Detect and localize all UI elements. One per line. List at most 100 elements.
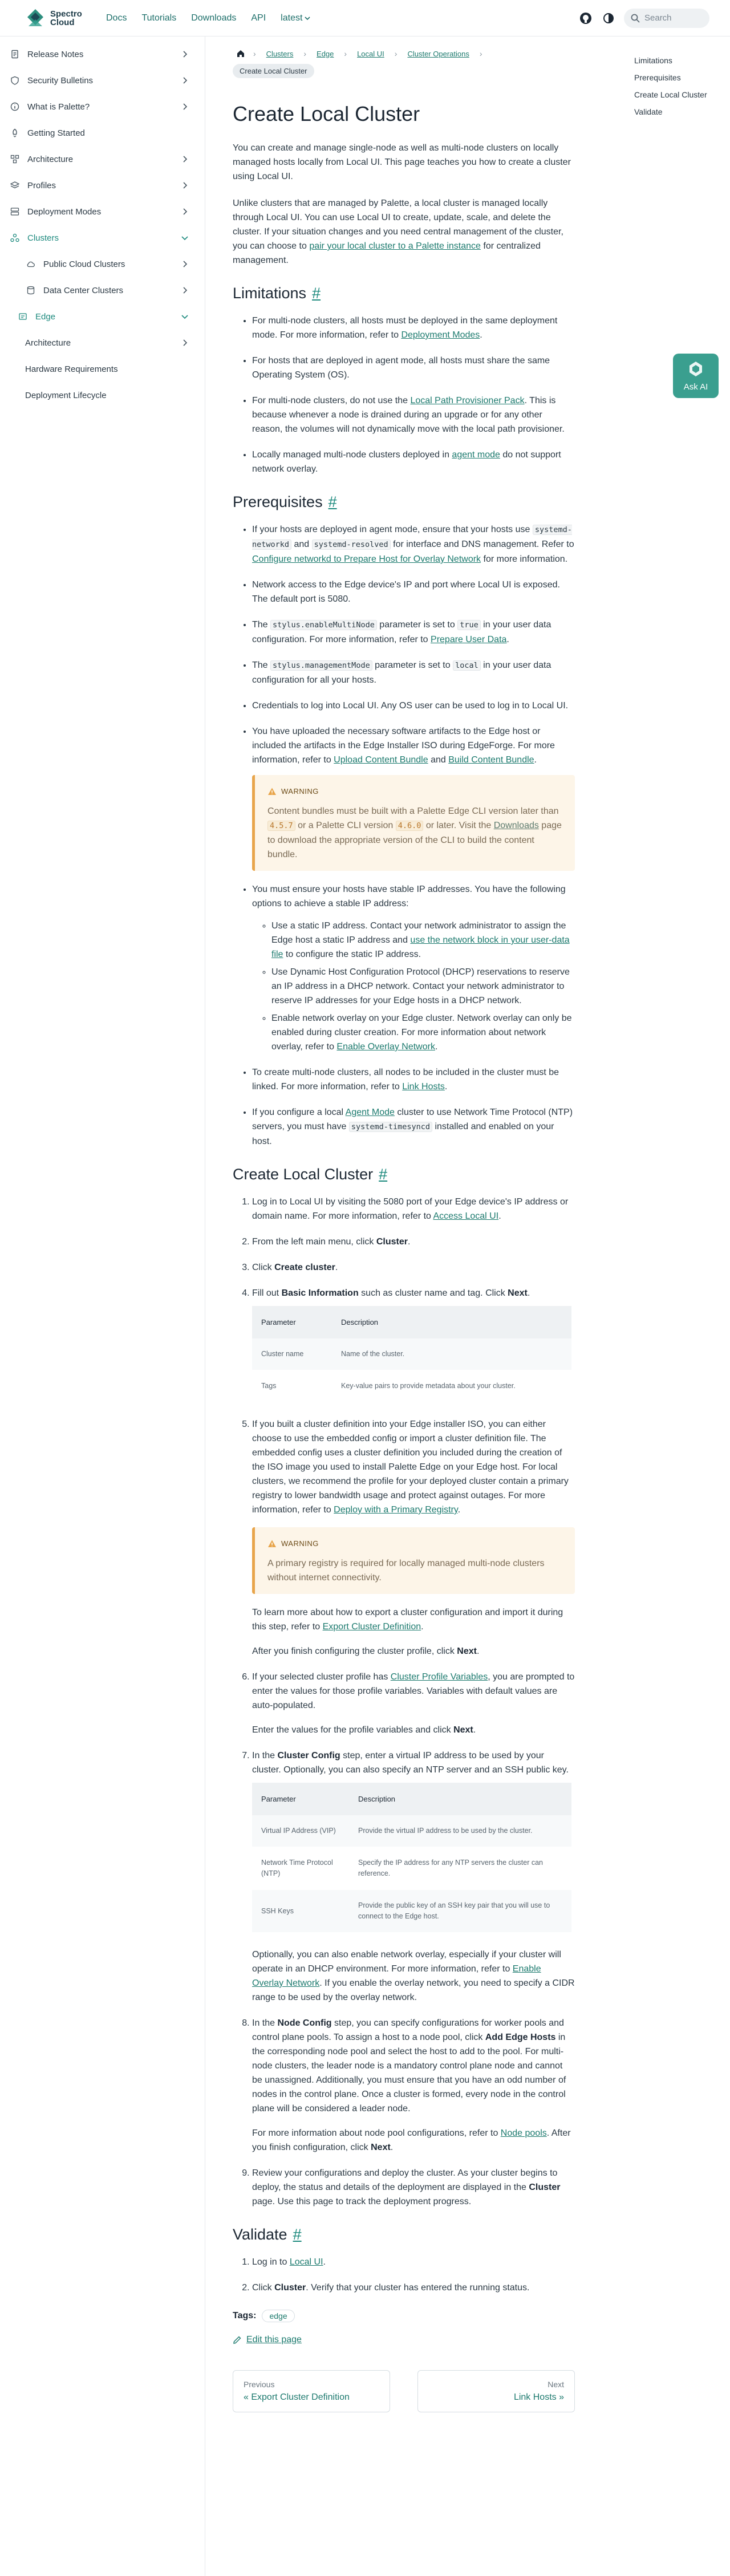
edit-page-label: Edit this page [246,2335,302,2344]
local-ui-link[interactable]: Local UI [290,2257,323,2267]
downloads-link[interactable]: Downloads [494,821,539,830]
table-cell: Tags [252,1370,332,1402]
anchor-link[interactable]: # [293,2226,302,2244]
list-item: For multi-node clusters, do not use the … [252,394,575,436]
rocket-icon [9,127,21,139]
chevron-down-icon [181,315,188,319]
table-cell: SSH Keys [252,1889,349,1933]
sidebar-item-hardware-requirements[interactable]: Hardware Requirements [0,356,205,382]
sidebar-item-deployment-modes[interactable]: Deployment Modes [0,198,205,225]
agent-mode-link[interactable]: agent mode [452,450,500,460]
list-item: Credentials to log into Local UI. Any OS… [252,699,575,713]
configure-networkd-link[interactable]: Configure networkd to Prepare Host for O… [252,554,481,564]
next-page-button[interactable]: Next Link Hosts » [417,2370,575,2412]
sidebar-item-deployment-lifecycle[interactable]: Deployment Lifecycle [0,382,205,408]
tag-edge[interactable]: edge [262,2310,295,2322]
sidebar-item-label: Public Cloud Clusters [43,259,125,269]
list-item: Use a static IP address. Contact your ne… [271,919,575,962]
sidebar-item-edge-architecture[interactable]: Architecture [0,330,205,356]
edit-page-link[interactable]: Edit this page [233,2335,575,2345]
anchor-link[interactable]: # [312,285,321,302]
table-row: Tags Key-value pairs to provide metadata… [252,1370,571,1402]
table-cell: Network Time Protocol (NTP) [252,1847,349,1890]
build-content-bundle-link[interactable]: Build Content Bundle [448,755,534,765]
nav-link-api[interactable]: API [251,13,266,23]
table-cell: Virtual IP Address (VIP) [252,1815,349,1847]
sidebar-item-profiles[interactable]: Profiles [0,172,205,198]
pair-cluster-link[interactable]: pair your local cluster to a Palette ins… [309,241,481,251]
warning-label: WARNING [281,1539,319,1548]
sidebar-item-clusters[interactable]: Clusters [0,225,205,251]
export-cluster-definition-link[interactable]: Export Cluster Definition [323,1622,421,1632]
previous-page-button[interactable]: Previous « Export Cluster Definition [233,2370,390,2412]
github-icon[interactable] [578,11,593,26]
toc-item-create-local-cluster[interactable]: Create Local Cluster [634,89,720,100]
home-icon[interactable] [233,47,249,60]
nav-link-downloads[interactable]: Downloads [191,13,236,23]
toc-item-validate[interactable]: Validate [634,106,720,117]
version-dropdown[interactable]: latest [281,13,310,23]
table-row: Cluster name Name of the cluster. [252,1338,571,1370]
warning-admonition: WARNING A primary registry is required f… [252,1527,575,1594]
table-header: Description [349,1783,571,1815]
toc-item-prerequisites[interactable]: Prerequisites [634,72,720,83]
list-item: For multi-node clusters, all hosts must … [252,314,575,342]
cluster-profile-variables-link[interactable]: Cluster Profile Variables [391,1672,488,1682]
toc-item-limitations[interactable]: Limitations [634,55,720,66]
edge-icon [17,311,29,322]
link-hosts-link[interactable]: Link Hosts [402,1082,445,1092]
warning-text: Content bundles must be built with a Pal… [267,806,562,859]
nav-link-tutorials[interactable]: Tutorials [141,13,176,23]
list-item: You have uploaded the necessary software… [252,724,575,871]
sidebar-item-what-is-palette[interactable]: What is Palette? [0,94,205,120]
anchor-link[interactable]: # [328,493,337,511]
sidebar-item-release-notes[interactable]: Release Notes [0,41,205,67]
deployment-modes-link[interactable]: Deployment Modes [401,330,480,340]
pager-label: Previous [244,2380,275,2389]
step-item: From the left main menu, click Cluster. [252,1235,575,1249]
limitations-heading: Limitations # [233,285,321,302]
agent-mode-link[interactable]: Agent Mode [346,1108,395,1117]
sidebar-item-getting-started[interactable]: Getting Started [0,120,205,146]
theme-toggle-icon[interactable] [601,11,616,26]
breadcrumb-cluster-operations[interactable]: Cluster Operations [402,47,474,60]
ai-assistant-icon [690,361,702,376]
access-local-ui-link[interactable]: Access Local UI [433,1211,498,1221]
breadcrumb-local-ui[interactable]: Local UI [351,47,390,60]
validate-heading: Validate # [233,2226,302,2244]
sidebar-item-label: Architecture [25,338,71,348]
sidebar-item-security-bulletins[interactable]: Security Bulletins [0,67,205,94]
prerequisites-list: If your hosts are deployed in agent mode… [252,522,575,1149]
table-header: Parameter [252,1783,349,1815]
node-pools-link[interactable]: Node pools [501,2128,547,2138]
sidebar-item-public-cloud-clusters[interactable]: Public Cloud Clusters [0,251,205,277]
list-item: The stylus.managementMode parameter is s… [252,658,575,687]
breadcrumb-separator: › [344,49,347,58]
pager-title: Link Hosts » [513,2392,564,2402]
sidebar-item-edge[interactable]: Edge [0,303,205,330]
local-path-provisioner-link[interactable]: Local Path Provisioner Pack [410,396,524,405]
search-input[interactable]: Search [624,8,709,28]
anchor-link[interactable]: # [379,1166,387,1183]
nav-link-docs[interactable]: Docs [106,13,127,23]
logo-text: Spectro Cloud [50,9,82,27]
enable-overlay-network-link[interactable]: Enable Overlay Network [336,1042,435,1052]
prepare-user-data-link[interactable]: Prepare User Data [431,635,506,644]
document-icon [9,48,21,60]
deploy-primary-registry-link[interactable]: Deploy with a Primary Registry [334,1505,458,1515]
sidebar-item-label: Architecture [27,154,74,164]
ask-ai-button[interactable]: Ask AI [673,354,719,398]
table-header: Parameter [252,1306,332,1338]
list-item: If you configure a local Agent Mode clus… [252,1105,575,1149]
breadcrumb-clusters[interactable]: Clusters [261,47,299,60]
database-icon [25,285,36,296]
sidebar-item-architecture[interactable]: Architecture [0,146,205,172]
cluster-config-table: Parameter Description Virtual IP Address… [252,1783,571,1933]
prerequisites-heading: Prerequisites # [233,493,337,511]
logo[interactable]: Spectro Cloud [25,8,90,29]
upload-content-bundle-link[interactable]: Upload Content Bundle [334,755,428,765]
breadcrumb-edge[interactable]: Edge [311,47,339,60]
sidebar-item-label: Profiles [27,180,56,190]
sidebar-item-data-center-clusters[interactable]: Data Center Clusters [0,277,205,303]
pencil-icon [233,2336,241,2344]
